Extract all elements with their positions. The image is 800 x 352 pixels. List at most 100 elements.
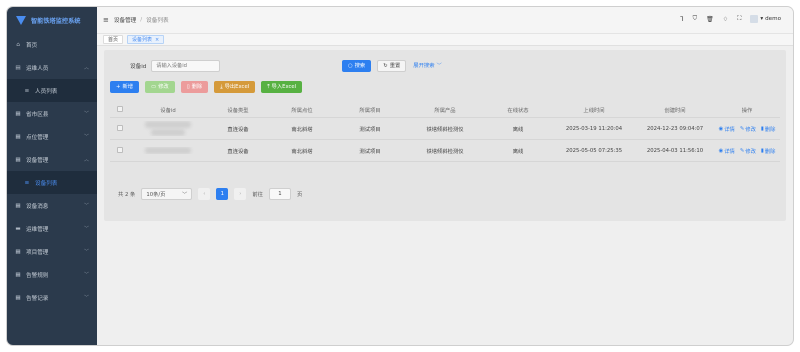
delete-button[interactable]: ▯ 删除 xyxy=(180,81,209,93)
edit-button[interactable]: ▭ 修改 xyxy=(145,81,175,93)
chevron-up-icon: ︿ xyxy=(83,157,89,163)
sidebar-item-device-management[interactable]: ▦ 设备管理 ︿ xyxy=(7,148,97,171)
prev-page-button[interactable]: ‹ xyxy=(198,188,211,200)
delete-link[interactable]: ▮ 删除 xyxy=(761,147,776,155)
eye-icon: ◉ xyxy=(718,125,724,132)
project-cell: 测试项目 xyxy=(359,126,381,133)
goto-page-input[interactable]: 1 xyxy=(268,188,291,200)
chevron-down-icon: ﹀ xyxy=(83,295,89,301)
breadcrumb-separator: / xyxy=(140,17,143,23)
logo-icon xyxy=(16,15,27,26)
tab-home[interactable]: 首页 xyxy=(103,35,124,44)
sidebar-item-label: 设备列表 xyxy=(35,180,58,187)
sidebar-item-ops-management[interactable]: ▬ 运维管理 ﹀ xyxy=(7,217,97,240)
add-button[interactable]: + 新增 xyxy=(110,81,140,93)
sidebar-item-label: 点位管理 xyxy=(26,134,49,141)
chevron-down-icon: ▾ xyxy=(760,16,764,22)
import-button-label: 导入Excel xyxy=(271,84,297,90)
shield-icon[interactable]: ⛉ xyxy=(693,15,698,23)
next-page-button[interactable]: › xyxy=(234,188,247,200)
sidebar-item-device-messages[interactable]: ▦ 设备消息 ﹀ xyxy=(7,194,97,217)
sidebar-item-alarm-rules[interactable]: ▦ 告警规则 ﹀ xyxy=(7,263,97,286)
sidebar-item-label: 运维人员 xyxy=(26,65,49,72)
sidebar-item-regions[interactable]: ▦ 省市区县 ﹀ xyxy=(7,102,97,125)
import-button[interactable]: ⤒ 导入Excel xyxy=(261,81,303,93)
select-all-checkbox[interactable] xyxy=(110,105,130,114)
project-cell: 测试项目 xyxy=(359,148,381,155)
location-icon: ▦ xyxy=(15,133,21,140)
user-menu[interactable]: ▾ demo xyxy=(750,15,781,23)
search-button[interactable]: ○ 搜索 xyxy=(342,60,372,72)
export-button[interactable]: ⤓ 导出Excel xyxy=(214,81,256,93)
page-number[interactable]: 1 xyxy=(216,188,229,200)
sidebar-item-locations[interactable]: ▦ 点位管理 ﹀ xyxy=(7,125,97,148)
row-actions: ◉ 详情 ✎ 修改 ▮ 删除 xyxy=(714,125,780,133)
sidebar-item-staff-list[interactable]: ≡ 人员列表 xyxy=(7,79,97,102)
edit-label: 修改 xyxy=(745,126,756,133)
chevron-down-icon: ﹀ xyxy=(182,192,188,198)
column-header: 所属点位 xyxy=(291,107,313,114)
main-card: 设备id ○ 搜索 ↻ 重置 展开搜索 ﹀ + 新增 ▭ xyxy=(104,50,786,221)
trash-icon: ▮ xyxy=(760,125,764,132)
product-cell: 铁塔倾斜检测仪 xyxy=(426,126,464,133)
delete-link[interactable]: ▮ 删除 xyxy=(761,125,776,133)
search-button-label: 搜索 xyxy=(354,63,366,69)
edit-link[interactable]: ✎ 修改 xyxy=(740,125,756,133)
device-icon: ▦ xyxy=(15,156,21,163)
reset-button[interactable]: ↻ 重置 xyxy=(377,60,407,72)
close-icon[interactable]: × xyxy=(155,37,159,43)
device-id-input[interactable] xyxy=(151,60,221,72)
row-checkbox[interactable] xyxy=(110,124,130,133)
chevron-down-icon: ﹀ xyxy=(83,203,89,209)
logo[interactable]: 智能铁塔监控系统 xyxy=(7,7,97,33)
edit-link[interactable]: ✎ 修改 xyxy=(740,147,756,155)
sidebar-item-label: 设备消息 xyxy=(26,203,49,210)
column-header: 设备类型 xyxy=(227,107,249,114)
tab-label: 设备列表 xyxy=(132,37,153,43)
device-table: 设备id 设备类型 所属点位 所属项目 所属产品 在线状态 上线时间 创建时间 … xyxy=(110,102,780,162)
column-header: 所属项目 xyxy=(359,107,381,114)
breadcrumb-current: 设备列表 xyxy=(146,18,169,24)
column-header: 操作 xyxy=(741,107,753,114)
detail-link[interactable]: ◉ 详情 xyxy=(719,147,735,155)
sidebar-item-home[interactable]: ⌂ 首页 xyxy=(7,33,97,56)
fullscreen-icon[interactable]: ⛶ xyxy=(737,15,741,23)
menu-toggle-icon[interactable]: ≡ xyxy=(103,16,109,24)
expand-search-button[interactable]: 展开搜索 ﹀ xyxy=(412,60,443,72)
font-size-icon[interactable]: Ꞁ xyxy=(680,16,683,23)
trash-icon: ▯ xyxy=(186,84,190,90)
device-id-cell xyxy=(130,121,206,136)
breadcrumb-item[interactable]: 设备管理 xyxy=(114,16,136,24)
sidebar-item-device-list[interactable]: ≡ 设备列表 xyxy=(7,171,97,194)
detail-link[interactable]: ◉ 详情 xyxy=(719,125,735,133)
list-icon: ≡ xyxy=(24,87,30,94)
table-body: 直连设备 南北斜塔 测试项目 铁塔倾斜检测仪 离线 2025-03-19 11:… xyxy=(110,118,780,162)
detail-label: 详情 xyxy=(724,148,735,155)
column-header: 所属产品 xyxy=(434,107,456,114)
trash-icon[interactable]: 🗑︎ xyxy=(706,16,714,23)
list-icon: ≡ xyxy=(24,179,30,186)
app-title: 智能铁塔监控系统 xyxy=(31,17,81,25)
tab-device-list[interactable]: 设备列表 × xyxy=(127,35,165,44)
rule-icon: ▦ xyxy=(15,271,21,278)
sidebar-item-label: 人员列表 xyxy=(35,88,58,95)
add-button-label: 新增 xyxy=(122,84,134,90)
row-checkbox[interactable] xyxy=(110,146,130,155)
top-bar: ≡ 设备管理 / 设备列表 Ꞁ ⛉ 🗑︎ ♢ ⛶ ▾ demo xyxy=(97,7,793,33)
sidebar-item-maintenance-staff[interactable]: ▤ 运维人员 ︿ xyxy=(7,56,97,79)
page-size-select[interactable]: 10条/页 ﹀ xyxy=(141,188,193,200)
search-label: 设备id xyxy=(130,64,147,70)
edit-icon: ▭ xyxy=(151,84,157,90)
refresh-icon: ↻ xyxy=(383,63,388,69)
sidebar-item-projects[interactable]: ▦ 项目管理 ﹀ xyxy=(7,240,97,263)
sidebar-item-alarm-records[interactable]: ▦ 告警记录 ﹀ xyxy=(7,286,97,309)
bell-icon[interactable]: ♢ xyxy=(723,16,728,23)
page-unit: 页 xyxy=(296,192,303,198)
chevron-down-icon: ﹀ xyxy=(83,249,89,255)
toolbar: + 新增 ▭ 修改 ▯ 删除 ⤓ 导出Excel ⤒ 导入Excel xyxy=(110,81,303,93)
search-icon: ○ xyxy=(348,63,353,69)
expand-search-label: 展开搜索 xyxy=(413,63,435,69)
row-actions: ◉ 详情 ✎ 修改 ▮ 删除 xyxy=(714,147,780,155)
page-size-value: 10条/页 xyxy=(146,192,166,198)
chevron-down-icon: ﹀ xyxy=(83,111,89,117)
